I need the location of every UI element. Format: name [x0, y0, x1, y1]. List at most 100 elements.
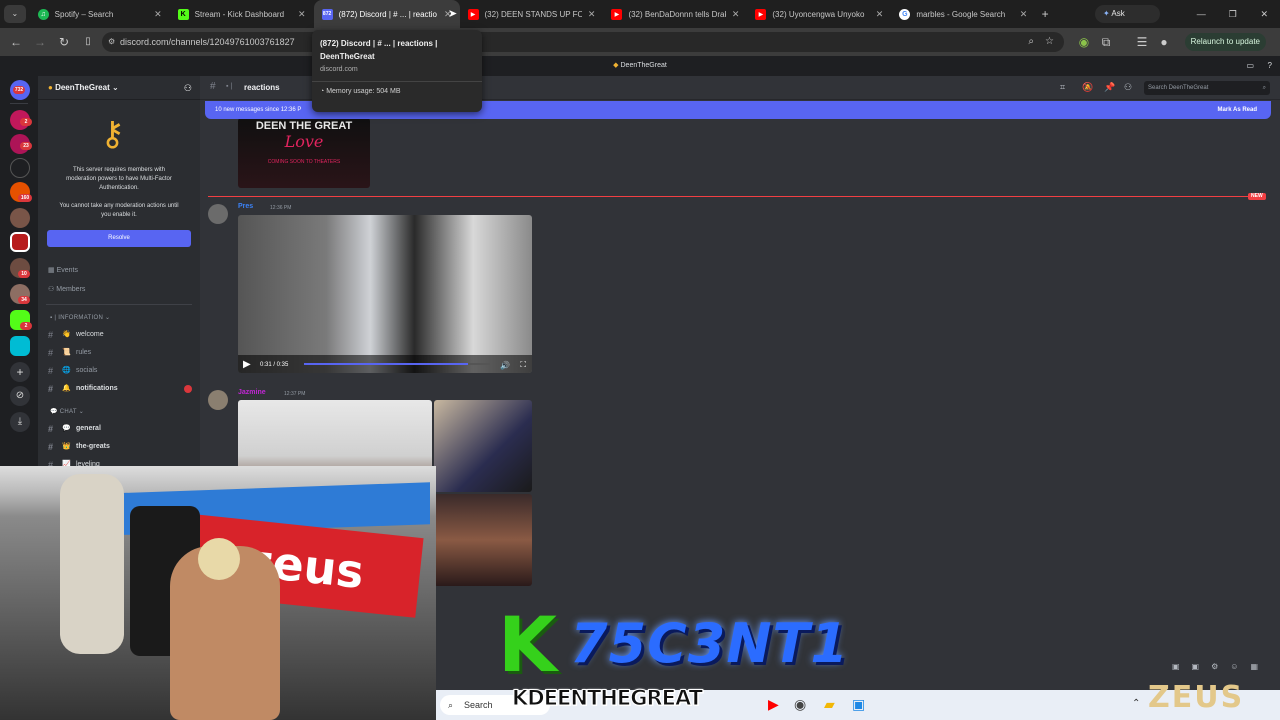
channel-notifications[interactable]: # 🔔 notifications: [48, 381, 196, 397]
tab-spotify[interactable]: ♫ Spotify – Search ✕: [30, 0, 170, 28]
add-server-icon[interactable]: +: [10, 362, 30, 382]
app-icon[interactable]: ▣: [852, 696, 865, 713]
channel-general[interactable]: # 💬 general: [48, 421, 196, 437]
mfa-text-3: Authentication.: [99, 185, 139, 191]
tab-kick[interactable]: K Stream - Kick Dashboard ✕: [170, 0, 314, 28]
overlay-streamer-name: KDEENTHEGREAT: [512, 686, 704, 711]
avatar[interactable]: [208, 390, 228, 410]
members-icon: ⚇: [48, 286, 57, 293]
file-explorer-icon[interactable]: ▰: [824, 696, 835, 713]
fullscreen-icon[interactable]: ⛶: [520, 360, 526, 370]
tab-youtube-3[interactable]: ▶ (32) Uyoncengwa Unyoko ✕: [747, 0, 891, 28]
inbox-icon[interactable]: ▭: [1246, 56, 1254, 76]
new-messages-divider: [208, 196, 1266, 197]
play-icon[interactable]: ▶: [243, 359, 251, 370]
key-icon: ⚷: [100, 115, 125, 153]
attached-image[interactable]: [434, 494, 532, 586]
notification-badge: 10: [18, 270, 30, 278]
mfa-text-1: This server requires members with: [72, 167, 166, 173]
back-icon[interactable]: ←: [8, 34, 24, 50]
system-tray-chevron-icon[interactable]: ⌃: [1132, 698, 1140, 709]
pin-icon[interactable]: 📌: [1104, 82, 1115, 93]
attached-image[interactable]: [434, 400, 532, 492]
avatar[interactable]: [208, 204, 228, 224]
kick-server-icon[interactable]: [10, 158, 30, 178]
resolve-button[interactable]: Resolve: [47, 230, 191, 247]
discover-icon[interactable]: ⊘: [10, 386, 30, 406]
volume-icon[interactable]: 🔊: [500, 361, 510, 370]
close-window-icon[interactable]: ✕: [1249, 9, 1280, 20]
movie-poster-image[interactable]: DEEN THE GREAT Love COMING SOON TO THEAT…: [238, 118, 370, 188]
minimize-icon[interactable]: —: [1186, 9, 1217, 19]
events-label: Events: [56, 267, 78, 274]
members-link[interactable]: ⚇ Members: [48, 285, 85, 293]
reload-icon[interactable]: ↻: [56, 34, 72, 50]
extension-icon[interactable]: ◉: [1076, 34, 1092, 50]
tab-google[interactable]: G marbles - Google Search ✕: [891, 0, 1035, 28]
active-server-icon[interactable]: [10, 232, 30, 252]
tab-youtube-1[interactable]: ▶ (32) DEEN STANDS UP FOR ✕: [460, 0, 604, 28]
server-icon[interactable]: [10, 208, 30, 228]
hover-card-divider: [312, 81, 482, 82]
close-tab-icon[interactable]: ✕: [876, 9, 884, 20]
hash-icon: #: [48, 366, 54, 376]
member-list-icon[interactable]: ⚇: [1124, 82, 1132, 93]
close-tab-icon[interactable]: ✕: [588, 9, 596, 20]
profile-icon[interactable]: ●: [1156, 34, 1172, 50]
close-tab-icon[interactable]: ✕: [732, 9, 740, 20]
reading-list-icon[interactable]: ☰: [1134, 34, 1150, 50]
mute-bell-icon[interactable]: 🔕: [1082, 82, 1093, 93]
wave-emoji-icon: 👋: [62, 331, 71, 338]
ask-gemini-button[interactable]: ✦ Ask Gemini: [1094, 5, 1160, 36]
video-progress-track[interactable]: [304, 363, 490, 365]
relaunch-button[interactable]: Relaunch to update: [1184, 33, 1266, 51]
extensions-puzzle-icon[interactable]: ⧉: [1098, 34, 1114, 50]
close-tab-icon[interactable]: ✕: [154, 9, 162, 20]
youtube-app-icon[interactable]: ▶: [768, 696, 779, 713]
channel-label: general: [76, 425, 101, 432]
channel-welcome[interactable]: # 👋 welcome: [48, 327, 196, 343]
video-player[interactable]: ▶ 0:31 / 0:35 🔊 ⛶: [238, 215, 532, 373]
hover-card-domain: discord.com: [320, 66, 358, 73]
mention-badge: [184, 385, 192, 393]
search-input[interactable]: Search DeenTheGreat ⌕: [1144, 81, 1270, 95]
category-chat[interactable]: 💬 CHAT ⌄: [50, 408, 84, 415]
video-time: 0:31 / 0:35: [260, 362, 289, 368]
close-tab-icon[interactable]: ✕: [298, 9, 306, 20]
zeus-watermark: ZEUS: [1148, 680, 1245, 715]
bookmark-star-icon[interactable]: ☆: [1045, 32, 1054, 52]
mark-as-read-button[interactable]: Mark As Read: [1218, 101, 1257, 119]
tab-title: (32) BenDaDonnn tells Drak: [628, 9, 726, 19]
composer-toolbar-icons[interactable]: ▣▣⚙☺▦: [1172, 662, 1270, 671]
category-information[interactable]: ▪ | INFORMATION ⌄: [50, 314, 110, 321]
help-icon[interactable]: ?: [1268, 56, 1272, 76]
poster-subtitle: Love: [284, 132, 324, 151]
site-info-icon[interactable]: ⚙: [108, 32, 115, 52]
channel-the-greats[interactable]: # 👑 the-greats: [48, 439, 196, 455]
forward-icon[interactable]: →: [32, 34, 48, 50]
tab-title: (32) Uyoncengwa Unyoko: [772, 9, 865, 19]
browser-tab-bar: ⌄ ♫ Spotify – Search ✕ K Stream - Kick D…: [0, 0, 1280, 36]
tab-youtube-2[interactable]: ▶ (32) BenDaDonnn tells Drak ✕: [603, 0, 747, 28]
side-panel-icon[interactable]: ▯: [80, 34, 96, 50]
events-link[interactable]: ▦ Events: [48, 266, 78, 274]
server-header[interactable]: ● DeenTheGreat ⌄ ⚇: [38, 76, 200, 100]
channel-rules[interactable]: # 📜 rules: [48, 345, 196, 361]
threads-icon[interactable]: ⌗: [1060, 82, 1065, 93]
download-icon[interactable]: ⤓: [10, 412, 30, 432]
restore-icon[interactable]: ❐: [1217, 9, 1248, 20]
add-member-icon[interactable]: ⚇: [184, 76, 192, 100]
message-timestamp: 12:37 PM: [284, 391, 306, 397]
message-author[interactable]: Jazmine: [238, 389, 266, 396]
tab-discord[interactable]: 872 (872) Discord | # ... | reactio ✕: [313, 0, 460, 28]
new-tab-icon[interactable]: +: [1035, 7, 1055, 21]
globe-emoji-icon: 🌐: [62, 367, 71, 374]
channel-socials[interactable]: # 🌐 socials: [48, 363, 196, 379]
server-icon[interactable]: [10, 336, 30, 356]
tab-search-button[interactable]: ⌄: [4, 5, 26, 23]
obs-app-icon[interactable]: ◉: [794, 696, 806, 713]
zoom-icon[interactable]: ⌕: [1028, 32, 1034, 52]
address-bar[interactable]: ⚙ discord.com/channels/1204976100376182​…: [102, 32, 1064, 52]
message-author[interactable]: Pres: [238, 203, 253, 210]
close-tab-icon[interactable]: ✕: [1020, 9, 1028, 20]
